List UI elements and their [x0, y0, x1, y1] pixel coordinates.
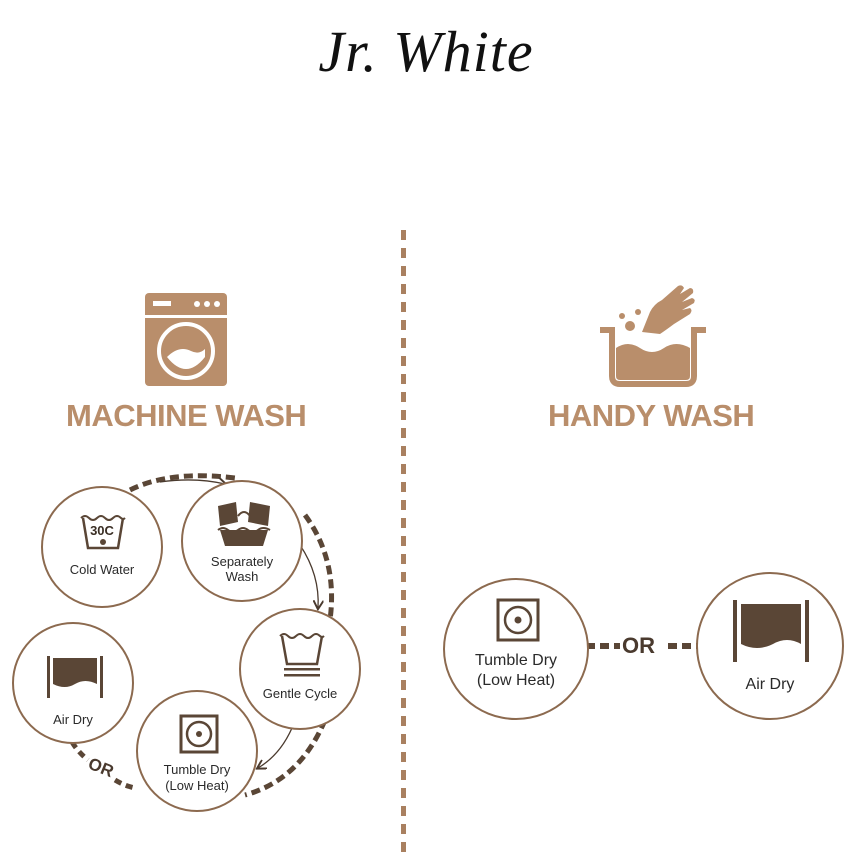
cold-water-badge: 30C — [90, 523, 114, 538]
cold-water-label: Cold Water — [69, 562, 135, 577]
step-tumble-dry: Tumble Dry (Low Heat) — [136, 690, 258, 812]
handy-wash-title: HANDY WASH — [548, 398, 755, 433]
tumble-dry-icon — [496, 598, 540, 642]
connector-arrow-top — [159, 480, 225, 484]
connector-arrow-bottom — [258, 727, 293, 768]
hand-or-label: OR — [622, 633, 655, 658]
step-air-dry: Air Dry — [12, 622, 134, 744]
hand-tumble-dry: Tumble Dry (Low Heat) — [443, 578, 589, 720]
separately-wash-label-1: Separately — [210, 554, 274, 569]
hand-tumble-dry-label-2: (Low Heat) — [476, 672, 556, 689]
hand-wash-icon — [600, 285, 706, 387]
step-separately-wash: Separately Wash — [181, 480, 303, 602]
step-gentle-cycle: Gentle Cycle — [239, 608, 361, 730]
connector-arrow-right — [299, 544, 318, 608]
air-dry-icon — [47, 656, 103, 698]
separately-wash-label-2: Wash — [225, 569, 259, 584]
gentle-cycle-icon — [279, 633, 325, 677]
hand-air-dry: Air Dry — [696, 572, 844, 720]
air-dry-icon — [733, 600, 809, 662]
separate-wash-icon — [217, 502, 271, 546]
machine-wash-title: MACHINE WASH — [66, 398, 307, 433]
tumble-dry-icon — [179, 714, 219, 754]
connector-dashed-or-right — [113, 777, 136, 791]
hand-tumble-dry-label-1: Tumble Dry — [474, 652, 558, 669]
washing-machine-icon — [145, 293, 227, 386]
hand-air-dry-label: Air Dry — [745, 676, 795, 693]
step-cold-water: 30C Cold Water — [41, 486, 163, 608]
tumble-dry-label-2: (Low Heat) — [165, 778, 229, 793]
connector-dashed-or-left — [69, 740, 90, 762]
air-dry-label: Air Dry — [53, 712, 93, 727]
tumble-dry-label-1: Tumble Dry — [163, 762, 231, 777]
gentle-cycle-label: Gentle Cycle — [262, 686, 338, 701]
